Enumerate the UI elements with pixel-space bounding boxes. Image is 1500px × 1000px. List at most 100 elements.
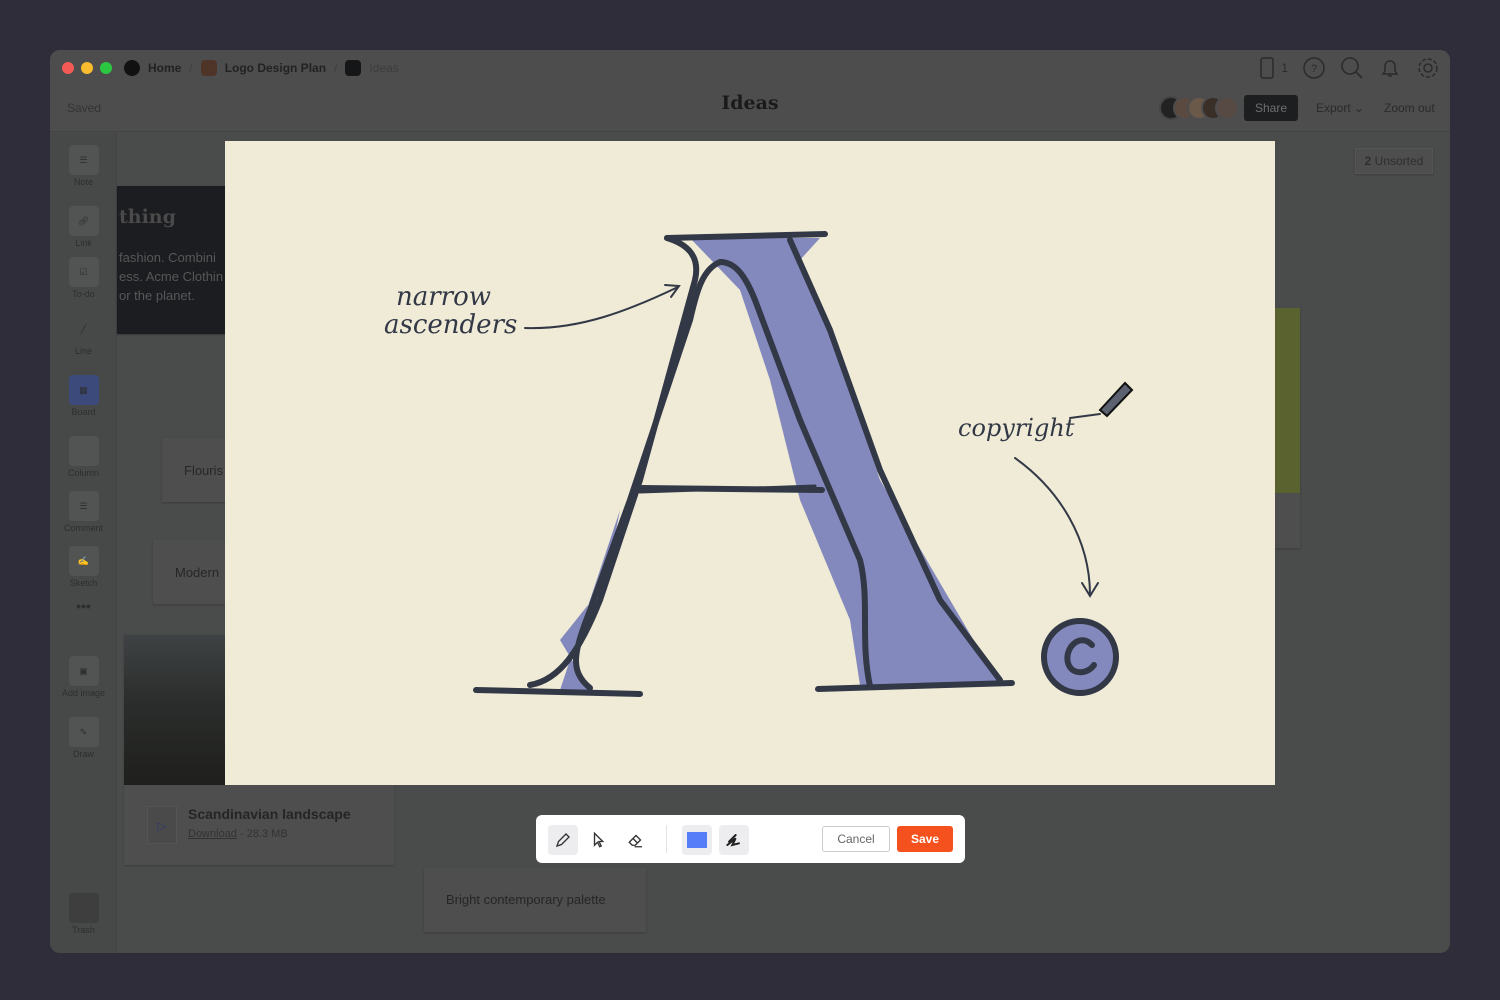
sidebar-item-comment[interactable]: ☰ Comment	[50, 491, 117, 533]
title-bar: Home / Logo Design Plan / Ideas Saved Id…	[50, 50, 1450, 132]
copyright-symbol	[1041, 618, 1119, 696]
note-text: Modern	[175, 565, 220, 580]
file-size: - 28.3 MB	[236, 828, 288, 840]
sidebar-item-label: Note	[73, 177, 93, 187]
sidebar-item-column[interactable]: Column	[50, 436, 117, 478]
home-logo-icon	[124, 60, 140, 76]
eraser-tool-button[interactable]	[621, 825, 651, 855]
select-tool-button[interactable]	[584, 825, 614, 855]
file-card[interactable]: ▷ Scandinavian landscape Download - 28.3…	[124, 785, 394, 865]
card-text: ess. Acme Clothin	[119, 269, 224, 284]
chevron-down-icon: ⌄	[1354, 101, 1365, 115]
eraser-icon	[628, 834, 642, 848]
drawing-canvas[interactable]: narrow ascenders copyright	[225, 141, 1275, 785]
share-button[interactable]: Share	[1244, 95, 1298, 121]
trash-icon	[68, 893, 99, 923]
breadcrumb: Home / Logo Design Plan / Ideas	[124, 60, 399, 76]
pencil-tool-button[interactable]	[548, 825, 578, 855]
sidebar-item-link[interactable]: 🔗︎ Link	[50, 206, 117, 248]
sidebar-item-label: Board	[71, 407, 96, 417]
help-icon[interactable]: ?	[1302, 56, 1326, 80]
app-window: Home / Logo Design Plan / Ideas Saved Id…	[50, 50, 1450, 953]
card-text: or the planet.	[119, 288, 195, 303]
trash-label: Trash	[72, 925, 95, 935]
image-icon: ▣	[68, 656, 99, 686]
todo-icon: ☑	[68, 257, 99, 287]
draw-toolbar: Cancel Save	[536, 815, 965, 863]
page-title: Ideas	[721, 92, 779, 114]
sidebar-item-label: Add image	[61, 688, 106, 698]
devices-button[interactable]: 1	[1255, 56, 1288, 80]
sidebar-item-label: To-do	[72, 289, 95, 299]
board-icon: ▦	[68, 375, 99, 405]
note-card-palette[interactable]: Bright contemporary palette	[424, 868, 646, 932]
maximize-window-button[interactable]	[100, 62, 112, 74]
video-file-icon: ▷	[147, 806, 177, 844]
card-title: thing	[119, 206, 176, 228]
cancel-button[interactable]: Cancel	[822, 826, 890, 852]
trash-button[interactable]: Trash	[50, 893, 117, 935]
annotation-narrow: narrow	[396, 282, 491, 312]
unsorted-button[interactable]: 2 Unsorted	[1355, 148, 1433, 174]
sketch-drawing: narrow ascenders copyright	[384, 231, 1134, 697]
note-text: Flouris	[184, 463, 224, 478]
sidebar-item-draw[interactable]: ✎ Draw	[50, 717, 117, 759]
export-button[interactable]: Export ⌄	[1316, 101, 1364, 115]
sidebar-item-note[interactable]: ☰ Note	[50, 145, 117, 187]
breadcrumb-ideas: Ideas	[369, 61, 399, 75]
save-button[interactable]: Save	[897, 826, 953, 852]
sidebar-item-board[interactable]: ▦ Board	[50, 375, 117, 417]
toolbar-divider	[666, 825, 667, 853]
close-window-button[interactable]	[62, 62, 74, 74]
avatar	[1215, 96, 1239, 120]
sidebar-item-label: Draw	[72, 749, 94, 759]
collaborators[interactable]	[1159, 96, 1239, 120]
cursor-icon	[593, 831, 605, 848]
sidebar-item-label: Column	[67, 468, 99, 478]
sidebar-item-label: Line	[74, 346, 92, 356]
minimize-window-button[interactable]	[81, 62, 93, 74]
sidebar-item-label: Comment	[63, 523, 103, 533]
color-picker-button[interactable]	[682, 825, 712, 855]
board-icon	[200, 60, 217, 76]
breadcrumb-home[interactable]: Home	[148, 61, 181, 75]
more-tools-button[interactable]: •••	[50, 598, 117, 614]
stroke-icon	[726, 834, 740, 847]
annotation-copyright: copyright	[958, 414, 1075, 442]
download-link[interactable]: Download	[188, 828, 237, 840]
search-icon[interactable]	[1340, 56, 1364, 80]
phone-icon	[1260, 57, 1275, 79]
export-label: Export	[1316, 101, 1351, 115]
line-icon: ╱	[80, 323, 87, 334]
device-count: 1	[1281, 61, 1288, 75]
unsorted-label: Unsorted	[1374, 154, 1424, 168]
board-icon	[345, 60, 362, 76]
sidebar-item-label: Sketch	[69, 578, 98, 588]
note-icon: ☰	[68, 145, 99, 175]
note-text: Bright contemporary palette	[446, 892, 606, 907]
comment-icon: ☰	[68, 491, 99, 521]
breadcrumb-separator: /	[189, 61, 193, 75]
sidebar-item-line[interactable]: ╱ Line	[50, 314, 117, 357]
card-text: fashion. Combini	[119, 250, 216, 265]
stroke-style-button[interactable]	[719, 825, 749, 855]
file-name: Scandinavian landscape	[188, 806, 351, 822]
sidebar-item-add-image[interactable]: ▣ Add image	[50, 656, 117, 698]
column-icon	[68, 436, 99, 466]
unsorted-count: 2	[1364, 154, 1372, 168]
sidebar-item-sketch[interactable]: ✍ Sketch	[50, 546, 117, 588]
sidebar-item-todo[interactable]: ☑ To-do	[50, 257, 117, 299]
zoom-out-button[interactable]: Zoom out	[1384, 101, 1435, 115]
link-icon: 🔗︎	[68, 206, 99, 236]
selected-color-swatch	[687, 832, 707, 848]
sketch-icon: ✍	[68, 546, 99, 576]
annotation-ascenders: ascenders	[384, 310, 517, 340]
breadcrumb-logo-design-plan[interactable]: Logo Design Plan	[225, 61, 326, 75]
bell-icon[interactable]	[1378, 56, 1402, 80]
breadcrumb-separator: /	[334, 61, 338, 75]
letter-a-fill	[560, 238, 1000, 690]
brand-card[interactable]: thing fashion. Combini ess. Acme Clothin…	[117, 186, 237, 334]
gear-icon[interactable]	[1416, 56, 1440, 80]
sidebar: ☰ Note 🔗︎ Link ☑ To-do ╱ Line ▦ Board Column …	[50, 133, 117, 953]
sidebar-item-label: Link	[75, 238, 92, 248]
